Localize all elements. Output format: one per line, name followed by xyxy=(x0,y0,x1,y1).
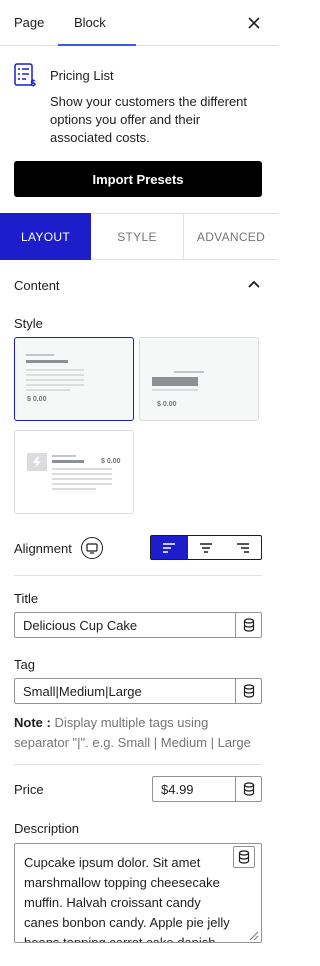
responsive-device-icon[interactable] xyxy=(81,537,103,559)
block-title: Pricing List xyxy=(50,68,114,83)
content-panel-toggle[interactable]: Content xyxy=(0,262,278,308)
dynamic-data-button[interactable] xyxy=(235,679,261,703)
note-label: Note : xyxy=(14,715,51,730)
price-input[interactable] xyxy=(153,777,237,801)
divider xyxy=(14,575,262,576)
style-option-3[interactable]: $ 0.00 xyxy=(14,430,134,514)
align-left-button[interactable] xyxy=(151,536,188,559)
divider xyxy=(14,764,262,765)
inspector-tabs: LAYOUT STYLE ADVANCED xyxy=(0,213,278,260)
tab-layout[interactable]: LAYOUT xyxy=(0,213,91,260)
style-label: Style xyxy=(14,316,43,331)
price-field xyxy=(152,776,262,802)
dynamic-data-button[interactable] xyxy=(233,846,255,868)
description-textarea[interactable]: Cupcake ipsum dolor. Sit amet marshmallo… xyxy=(14,843,262,943)
import-presets-button[interactable]: Import Presets xyxy=(14,161,262,197)
chevron-up-icon xyxy=(246,277,262,293)
block-card: $ Pricing List Show your customers the d… xyxy=(0,47,278,209)
description-text: Cupcake ipsum dolor. Sit amet marshmallo… xyxy=(24,855,230,943)
align-right-icon xyxy=(236,542,249,553)
title-field xyxy=(14,612,262,638)
alignment-label: Alignment xyxy=(14,541,72,556)
tag-label: Tag xyxy=(14,657,35,672)
align-center-button[interactable] xyxy=(188,536,225,559)
block-description: Show your customers the different option… xyxy=(50,94,248,145)
dynamic-data-button[interactable] xyxy=(235,613,261,637)
database-icon xyxy=(243,782,254,796)
style-option-3-price: $ 0.00 xyxy=(101,458,121,465)
tab-block[interactable]: Block xyxy=(58,0,136,46)
sidebar-top-tabs: Page Block xyxy=(0,0,278,46)
tag-note: Note : Display multiple tags using separ… xyxy=(14,713,264,753)
tag-field xyxy=(14,678,262,704)
style-preview-3 xyxy=(27,453,112,490)
resize-handle-icon[interactable] xyxy=(247,928,259,941)
price-label: Price xyxy=(14,782,44,797)
svg-text:$: $ xyxy=(30,79,36,87)
style-preview-1 xyxy=(26,354,84,391)
tab-block-label: Block xyxy=(74,15,106,30)
style-option-1[interactable]: $ 0.00 xyxy=(14,337,134,421)
active-tab-indicator xyxy=(58,44,136,46)
dynamic-data-button[interactable] xyxy=(235,777,261,801)
panel-title: Content xyxy=(14,278,60,293)
pricing-list-icon: $ xyxy=(14,63,38,89)
tab-style[interactable]: STYLE xyxy=(91,214,184,260)
align-left-icon xyxy=(163,542,176,553)
description-label: Description xyxy=(14,821,80,836)
close-icon[interactable] xyxy=(244,13,264,33)
align-center-icon xyxy=(200,542,212,553)
tag-input[interactable] xyxy=(15,679,237,703)
style-option-1-price: $ 0.00 xyxy=(27,396,47,403)
title-label: Title xyxy=(14,591,39,606)
database-icon xyxy=(238,850,250,864)
style-preview-2 xyxy=(152,371,204,391)
title-input[interactable] xyxy=(15,613,237,637)
tab-page[interactable]: Page xyxy=(14,0,44,46)
tab-advanced[interactable]: ADVANCED xyxy=(184,214,278,260)
database-icon xyxy=(243,684,254,698)
style-option-2-price: $ 0.00 xyxy=(157,401,177,408)
alignment-toggle-group xyxy=(150,535,262,560)
align-right-button[interactable] xyxy=(224,536,261,559)
database-icon xyxy=(243,618,254,632)
style-option-2[interactable]: $ 0.00 xyxy=(139,337,259,421)
